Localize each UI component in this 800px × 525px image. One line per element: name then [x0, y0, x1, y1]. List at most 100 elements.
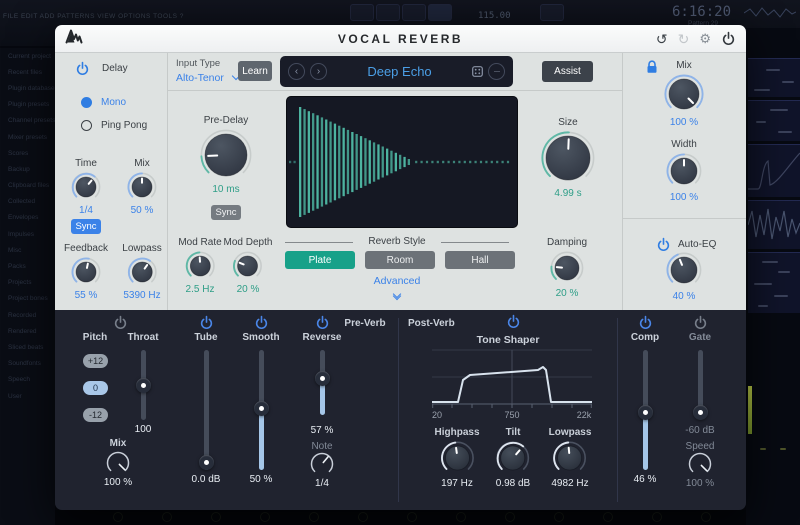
daw-browser-item[interactable]: Envelopes — [0, 210, 55, 226]
gate-power-icon[interactable] — [693, 315, 708, 330]
reverb-style-plate[interactable]: Plate — [285, 251, 355, 269]
delay-mix-dial[interactable] — [127, 172, 157, 202]
predelay-dial[interactable] — [200, 129, 252, 181]
daw-transport-button[interactable] — [376, 4, 400, 21]
gate-speed-knob[interactable] — [687, 451, 713, 477]
size-dial[interactable] — [541, 131, 595, 185]
delay-mix-knob[interactable]: Mix 50 % — [127, 158, 157, 216]
autoeq-dial[interactable] — [666, 252, 702, 288]
pitch-button-0[interactable]: 0 — [83, 381, 108, 395]
postverb-power-icon[interactable] — [506, 314, 521, 329]
pitch-button--12[interactable]: -12 — [83, 408, 108, 422]
preset-next-button[interactable]: › — [310, 63, 327, 80]
daw-browser-item[interactable]: Recorded — [0, 307, 55, 323]
daw-browser-item[interactable]: Recent files — [0, 64, 55, 80]
daw-browser-item[interactable]: Projects — [0, 275, 55, 291]
advanced-link[interactable]: Advanced — [374, 275, 421, 287]
daw-browser-item[interactable]: Clipboard files — [0, 178, 55, 194]
daw-browser-item[interactable]: Speech — [0, 372, 55, 388]
daw-browser-item[interactable]: Mixer presets — [0, 129, 55, 145]
learn-button[interactable]: Learn — [238, 61, 272, 81]
predelay-knob[interactable]: Pre-Delay 10 ms — [200, 115, 252, 195]
preset-menu-icon[interactable]: ··· — [488, 63, 505, 80]
ping-pong-radio[interactable] — [81, 120, 92, 131]
playlist-audio-clip[interactable] — [748, 200, 800, 249]
daw-browser-item[interactable]: Misc — [0, 242, 55, 258]
daw-browser-item[interactable]: User — [0, 388, 55, 404]
daw-browser-item[interactable]: Collected — [0, 194, 55, 210]
daw-browser-item[interactable]: Plugin presets — [0, 97, 55, 113]
preset-name[interactable]: Deep Echo — [332, 64, 467, 79]
assist-button[interactable]: Assist — [542, 61, 593, 82]
smooth-slider[interactable] — [254, 350, 269, 470]
delay-time-dial[interactable] — [71, 172, 101, 202]
settings-gear-icon[interactable]: ⚙ — [699, 32, 711, 45]
daw-browser-item[interactable]: Backup — [0, 161, 55, 177]
tube-power-icon[interactable] — [199, 315, 214, 330]
daw-transport-button[interactable] — [540, 4, 564, 21]
throat-slider[interactable] — [136, 350, 151, 420]
output-mix-knob[interactable]: Mix 100 % — [664, 60, 704, 128]
smooth-power-icon[interactable] — [254, 315, 269, 330]
reverb-style-hall[interactable]: Hall — [445, 251, 515, 269]
daw-browser-item[interactable]: Rendered — [0, 323, 55, 339]
autoeq-power-icon[interactable] — [656, 237, 671, 252]
width-knob[interactable]: Width 100 % — [666, 139, 702, 203]
daw-browser-item[interactable]: Soundfonts — [0, 356, 55, 372]
advanced-double-chevron-icon[interactable] — [394, 291, 400, 299]
daw-browser-item[interactable]: Project bones — [0, 291, 55, 307]
daw-transport-button[interactable] — [350, 4, 374, 21]
delay-feedback-dial[interactable] — [71, 257, 101, 287]
pitch-power-icon[interactable] — [113, 315, 128, 330]
delay-power-icon[interactable] — [75, 61, 90, 76]
random-preset-icon[interactable] — [472, 66, 483, 77]
tone-shaper-graph[interactable] — [432, 347, 592, 409]
damping-knob[interactable]: Damping 20 % — [547, 237, 587, 299]
damping-dial[interactable] — [550, 251, 584, 285]
redo-icon[interactable]: ↻ — [678, 32, 690, 46]
delay-lowpass-dial[interactable] — [127, 257, 157, 287]
daw-browser-item[interactable]: Sliced beats — [0, 339, 55, 355]
plugin-power-icon[interactable] — [721, 31, 736, 46]
playlist-clip[interactable] — [748, 58, 800, 97]
delay-feedback-knob[interactable]: Feedback 55 % — [64, 243, 108, 301]
postverb-lowpass-knob[interactable]: Lowpass 4982 Hz — [549, 427, 592, 489]
daw-browser-item[interactable]: Channel presets — [0, 113, 55, 129]
postverb-lowpass-dial[interactable] — [553, 441, 587, 475]
mod-rate-dial[interactable] — [185, 251, 215, 281]
daw-browser-item[interactable]: Impulses — [0, 226, 55, 242]
daw-browser-item[interactable]: Current project — [0, 48, 55, 64]
daw-browser-item[interactable]: Packs — [0, 258, 55, 274]
playlist-clip[interactable] — [748, 100, 800, 141]
daw-browser-item[interactable]: Scores — [0, 145, 55, 161]
lock-icon[interactable] — [645, 59, 659, 79]
highpass-knob[interactable]: Highpass 197 Hz — [434, 427, 479, 489]
tilt-dial[interactable] — [496, 441, 530, 475]
daw-transport-button[interactable] — [402, 4, 426, 21]
note-knob[interactable] — [309, 451, 335, 477]
pitch-mix-knob[interactable] — [105, 450, 131, 476]
width-dial[interactable] — [666, 153, 702, 189]
mod-depth-dial[interactable] — [233, 251, 263, 281]
autoeq-knob[interactable]: 40 % — [666, 252, 702, 302]
comp-slider[interactable] — [638, 350, 653, 470]
size-knob[interactable]: Size 4.99 s — [541, 117, 595, 199]
daw-bpm-display[interactable]: 115.00 — [478, 11, 511, 21]
predelay-sync-button[interactable]: Sync — [211, 205, 241, 220]
reverb-style-room[interactable]: Room — [365, 251, 435, 269]
gate-slider[interactable] — [693, 350, 708, 420]
tube-slider[interactable] — [199, 350, 214, 470]
mod-depth-knob[interactable]: Mod Depth 20 % — [224, 237, 273, 295]
highpass-dial[interactable] — [440, 441, 474, 475]
pitch-button-+12[interactable]: +12 — [83, 354, 108, 368]
preset-prev-button[interactable]: ‹ — [288, 63, 305, 80]
reverse-slider[interactable] — [315, 350, 330, 415]
mod-rate-knob[interactable]: Mod Rate 2.5 Hz — [178, 237, 221, 295]
mono-radio[interactable] — [81, 97, 92, 108]
comp-power-icon[interactable] — [638, 315, 653, 330]
playlist-automation-clip[interactable] — [748, 144, 800, 197]
playlist-pattern-clip[interactable] — [748, 252, 800, 313]
reverse-power-icon[interactable] — [315, 315, 330, 330]
input-type-dropdown[interactable]: Alto-Tenor — [176, 72, 239, 84]
tilt-knob[interactable]: Tilt 0.98 dB — [496, 427, 530, 489]
